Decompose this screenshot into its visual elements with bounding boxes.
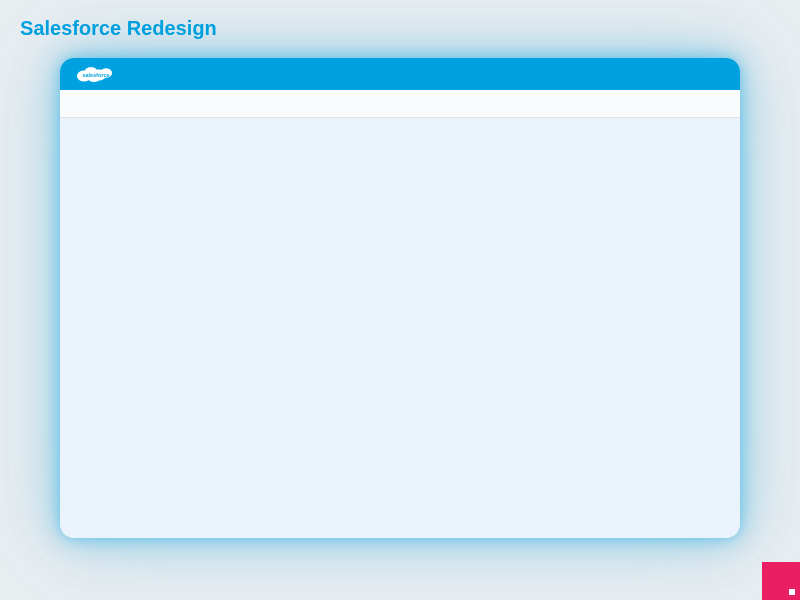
made-with-badge[interactable] bbox=[762, 562, 800, 600]
app-window: salesforce bbox=[60, 58, 740, 538]
app-header: salesforce bbox=[60, 58, 740, 90]
salesforce-logo-icon: salesforce bbox=[74, 64, 118, 84]
logo-text: salesforce bbox=[82, 73, 109, 79]
content-area bbox=[60, 118, 740, 538]
page-title: Salesforce Redesign bbox=[20, 18, 217, 41]
toolbar-strip bbox=[60, 90, 740, 118]
